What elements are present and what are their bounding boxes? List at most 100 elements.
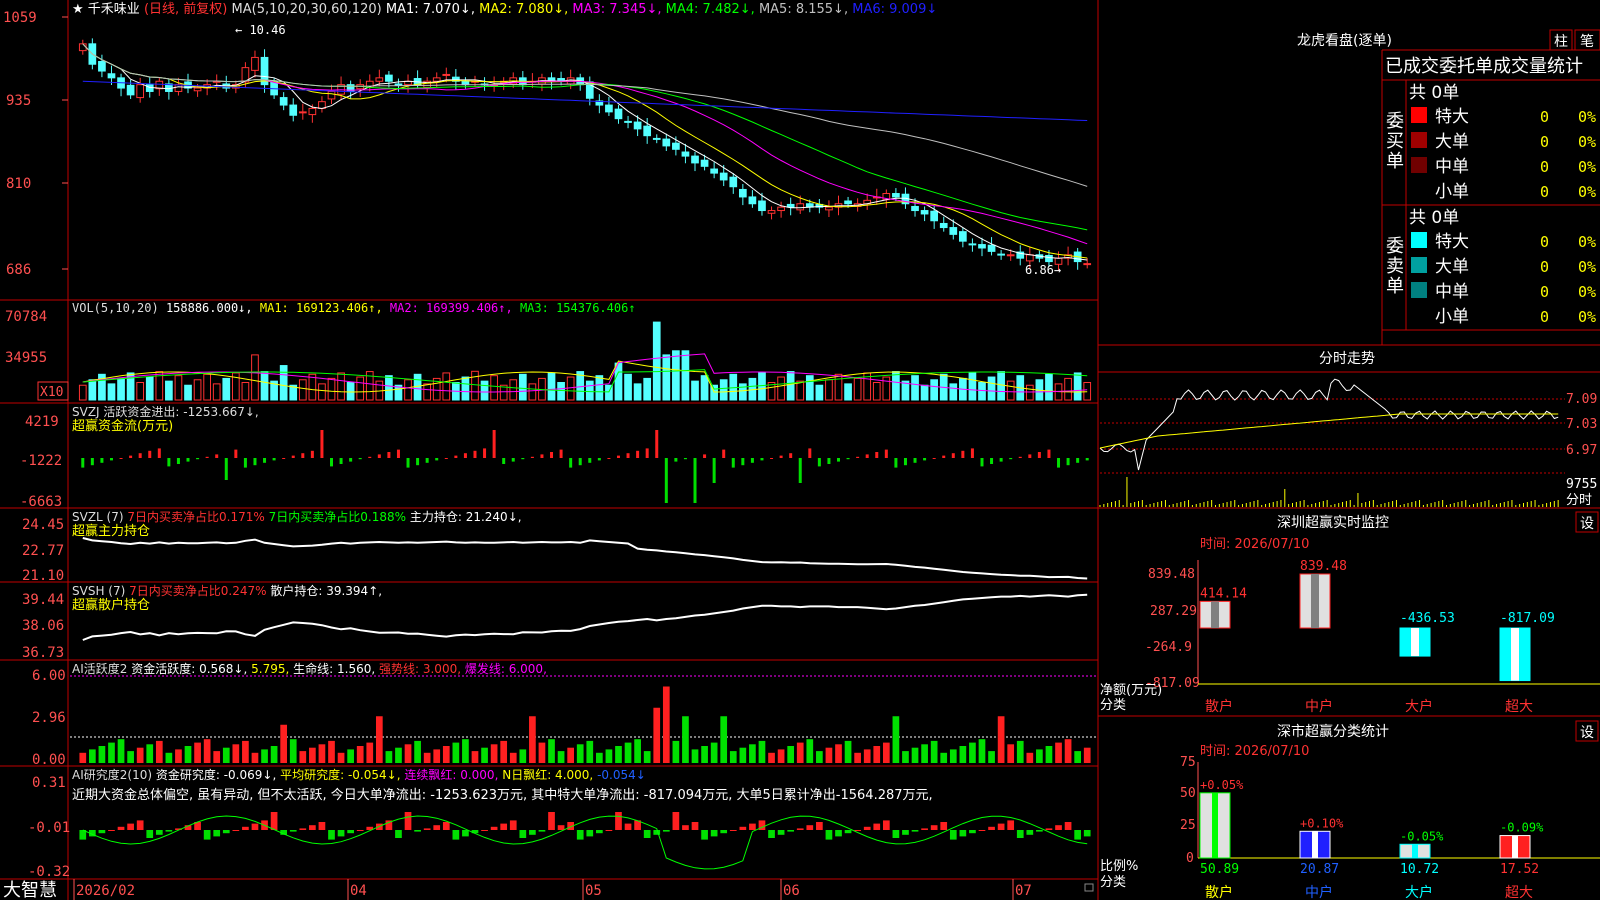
svzj-bar[interactable] — [808, 448, 812, 458]
ai-active-bar[interactable] — [988, 751, 995, 763]
volume-bar[interactable] — [165, 380, 173, 401]
ai-active-bar[interactable] — [127, 751, 134, 763]
ai-research-bar[interactable] — [136, 820, 144, 830]
ai-active-bar[interactable] — [309, 747, 316, 763]
ai-active-bar[interactable] — [509, 752, 517, 763]
volume-bar[interactable] — [987, 376, 996, 401]
volume-bar[interactable] — [719, 379, 728, 401]
ai-active-bar[interactable] — [1026, 752, 1034, 763]
ai-active-bar[interactable] — [213, 751, 221, 763]
ai-research-bar[interactable] — [921, 828, 928, 830]
svzj-bar[interactable] — [463, 453, 467, 458]
ai-active-bar[interactable] — [108, 742, 115, 763]
volume-bar[interactable] — [662, 354, 671, 401]
candle[interactable] — [863, 193, 872, 210]
ai-research-bar[interactable] — [1045, 828, 1053, 830]
ai-research-bar[interactable] — [653, 830, 661, 835]
volume-bar[interactable] — [949, 383, 958, 401]
candle[interactable] — [691, 152, 699, 172]
candle[interactable] — [959, 227, 967, 248]
svzj-bar[interactable] — [291, 455, 295, 458]
volume-bar[interactable] — [1006, 380, 1015, 401]
ai-active-bar[interactable] — [672, 740, 680, 763]
svzj-bar[interactable] — [435, 458, 439, 461]
candle[interactable] — [557, 71, 565, 86]
candle[interactable] — [652, 134, 661, 144]
candle[interactable] — [605, 96, 613, 116]
volume-bar[interactable] — [1083, 382, 1092, 401]
ai-active-bar[interactable] — [385, 751, 393, 763]
ai-active-bar[interactable] — [165, 752, 173, 763]
svzj-bar[interactable] — [387, 452, 391, 458]
volume-bar[interactable] — [461, 376, 470, 401]
sz-monitor-bar[interactable]: -436.53 大户 — [1399, 611, 1455, 715]
ai-research-bar[interactable] — [882, 820, 890, 830]
ai-active-bar[interactable] — [1064, 739, 1072, 763]
volume-bar[interactable] — [1064, 377, 1072, 401]
svzj-bar[interactable] — [234, 449, 238, 458]
volume-bar[interactable] — [853, 377, 862, 401]
svzj-bar[interactable] — [502, 458, 506, 464]
ai-research-bar[interactable] — [1036, 830, 1043, 832]
ai-active-bar[interactable] — [395, 747, 402, 763]
ai-active-bar[interactable] — [404, 744, 412, 763]
svzj-bar[interactable] — [664, 458, 668, 503]
svzj-bar[interactable] — [961, 450, 965, 458]
svzj-bar[interactable] — [540, 454, 544, 458]
volume-bar[interactable] — [652, 321, 661, 401]
ai-active-bar[interactable] — [117, 739, 125, 763]
ai-research-bar[interactable] — [1055, 825, 1062, 830]
volume-bar[interactable] — [212, 383, 221, 401]
svzj-bar[interactable] — [349, 458, 353, 462]
candlestick-series[interactable] — [78, 38, 1092, 271]
volume-bar[interactable] — [691, 380, 699, 401]
ai-research-bar[interactable] — [873, 823, 881, 830]
svzj-bar[interactable] — [559, 449, 563, 458]
svzj-bar[interactable] — [569, 458, 573, 468]
svzj-bar[interactable] — [980, 458, 984, 467]
ai-active-bar[interactable] — [232, 744, 240, 763]
candle[interactable] — [748, 190, 757, 208]
volume-bar[interactable] — [595, 375, 604, 401]
sz-class-bar[interactable]: -0.05% 10.72 大户 — [1399, 829, 1444, 900]
ai-active-bar[interactable] — [624, 742, 632, 763]
svzj-bar[interactable] — [138, 453, 142, 458]
ai-active-bar[interactable] — [423, 752, 431, 763]
ai-active-bar[interactable] — [194, 742, 201, 763]
ai-active-bar[interactable] — [347, 749, 354, 763]
svzj-bar[interactable] — [607, 458, 611, 459]
candle[interactable] — [987, 237, 996, 256]
svzj-bar[interactable] — [875, 452, 879, 458]
ai-research-bar[interactable] — [232, 830, 240, 831]
ai-active-bar[interactable] — [720, 716, 728, 763]
svzj-bar[interactable] — [827, 458, 831, 464]
ai-active-bar[interactable] — [98, 746, 106, 763]
ai-research-bar[interactable] — [777, 830, 785, 835]
ai-active-bar[interactable] — [844, 740, 852, 763]
candle[interactable] — [365, 74, 374, 92]
ai-research-bar[interactable] — [433, 825, 441, 830]
volume-bar[interactable] — [337, 372, 345, 401]
ai-active-bar[interactable] — [155, 740, 163, 763]
volume-bar[interactable] — [385, 375, 393, 401]
ai-research-bar[interactable] — [720, 830, 728, 834]
ai-research-bar[interactable] — [251, 823, 259, 830]
intraday-price-line[interactable] — [1099, 378, 1559, 471]
svzj-bar[interactable] — [731, 458, 735, 468]
ai-active-bar[interactable] — [242, 740, 249, 763]
ai-research-bar[interactable] — [615, 812, 622, 830]
svzj-bar[interactable] — [339, 458, 343, 464]
svzj-bar[interactable] — [923, 458, 927, 461]
ai-research-bar[interactable] — [548, 812, 555, 830]
ai-research-bar[interactable] — [701, 830, 708, 840]
candle[interactable] — [518, 71, 527, 90]
volume-bar[interactable] — [872, 382, 881, 401]
candle[interactable] — [78, 39, 87, 55]
ai-active-bar[interactable] — [701, 746, 708, 763]
volume-bar[interactable] — [786, 371, 795, 401]
ai-active-bar[interactable] — [557, 751, 565, 763]
ai-active-bar[interactable] — [997, 716, 1005, 763]
svzj-bar[interactable] — [712, 458, 716, 483]
candle[interactable] — [404, 74, 412, 93]
ai-active-bar[interactable] — [596, 752, 603, 763]
